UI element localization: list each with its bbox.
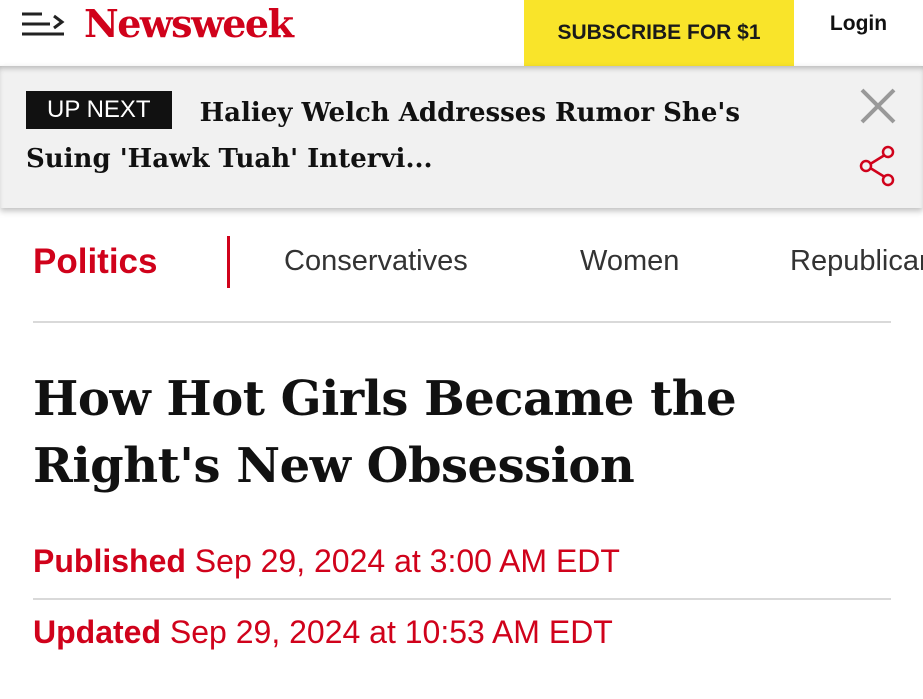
published-label: Published xyxy=(33,543,186,579)
topic-divider xyxy=(227,236,230,288)
updated-line: Updated Sep 29, 2024 at 10:53 AM EDT xyxy=(33,614,613,651)
topic-women[interactable]: Women xyxy=(580,245,679,278)
divider xyxy=(33,598,891,600)
published-date: Sep 29, 2024 at 3:00 AM EDT xyxy=(194,543,620,579)
close-icon[interactable] xyxy=(858,86,898,126)
up-next-banner: UP NEXT Haliey Welch Addresses Rumor She'… xyxy=(0,66,923,208)
topic-nav: Politics Conservatives Women Republicans xyxy=(0,226,923,296)
share-icon[interactable] xyxy=(858,144,898,188)
login-button[interactable]: Login xyxy=(794,0,923,48)
updated-date: Sep 29, 2024 at 10:53 AM EDT xyxy=(169,614,613,650)
site-header: Newsweek SUBSCRIBE FOR $1 Login xyxy=(0,0,923,66)
topic-republicans[interactable]: Republicans xyxy=(790,245,923,278)
newsweek-logo[interactable]: Newsweek xyxy=(84,0,294,48)
subscribe-button[interactable]: SUBSCRIBE FOR $1 xyxy=(524,0,794,66)
divider xyxy=(33,321,891,323)
up-next-badge: UP NEXT xyxy=(26,91,172,129)
topic-conservatives[interactable]: Conservatives xyxy=(284,245,468,278)
updated-label: Updated xyxy=(33,614,161,650)
topic-politics[interactable]: Politics xyxy=(33,242,157,282)
article-headline: How Hot Girls Became the Right's New Obs… xyxy=(33,371,737,494)
menu-arrow-icon[interactable] xyxy=(20,8,68,40)
published-line: Published Sep 29, 2024 at 3:00 AM EDT xyxy=(33,543,620,580)
up-next-link[interactable]: UP NEXT Haliey Welch Addresses Rumor She'… xyxy=(26,90,826,182)
